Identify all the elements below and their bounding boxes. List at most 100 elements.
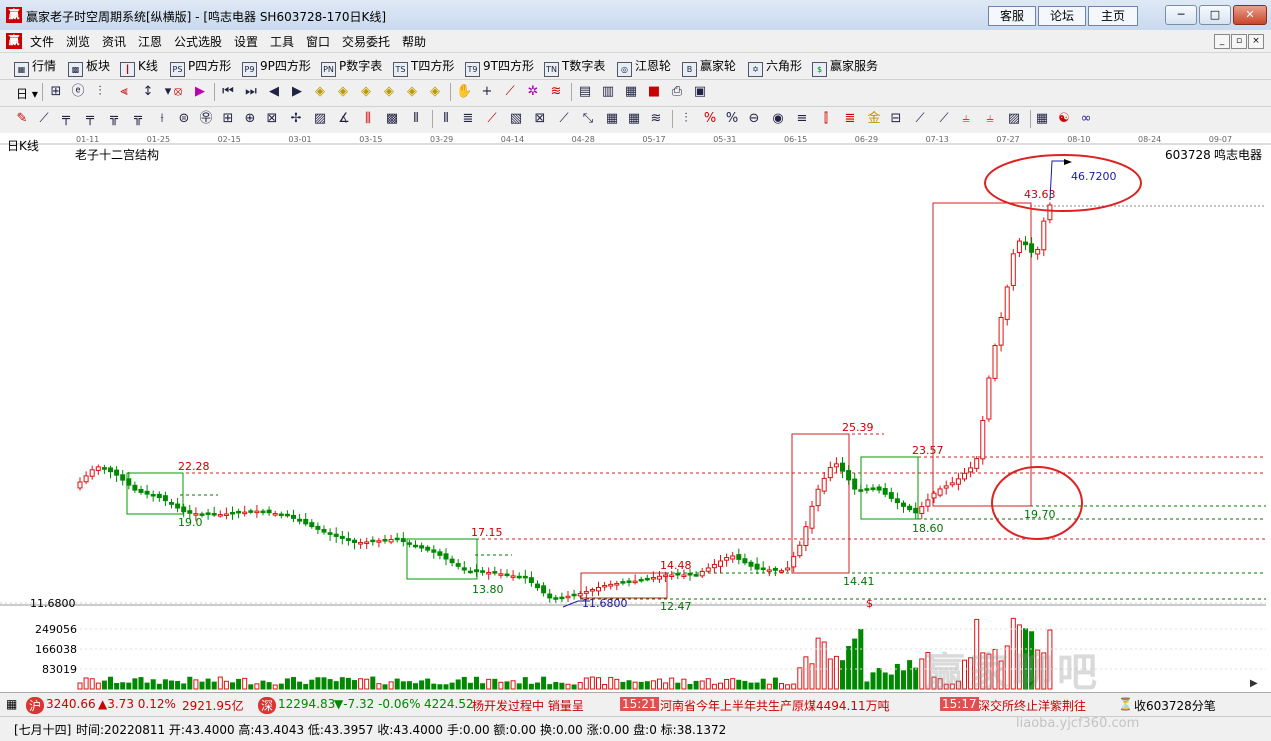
cross-square-icon[interactable]: ⊠ xyxy=(532,111,548,127)
menu-browse[interactable]: 浏览 xyxy=(66,33,90,50)
pattern-icon[interactable]: ✲ xyxy=(525,84,541,100)
matrix-icon[interactable]: ▩ xyxy=(384,111,400,127)
mdi-restore-button[interactable]: ▫ xyxy=(1231,34,1247,49)
calendar-icon[interactable]: ▤ xyxy=(577,84,593,100)
gold-icon[interactable]: 金 xyxy=(866,111,882,127)
restore-button[interactable]: □ xyxy=(1199,5,1231,25)
news-item-1[interactable]: 杨开发过程中 销量呈 xyxy=(472,697,584,714)
levels-red-icon[interactable]: ≣ xyxy=(842,111,858,127)
menu-file[interactable]: 文件 xyxy=(30,33,54,50)
hbars-icon[interactable]: ≣ xyxy=(460,111,476,127)
coin-icon[interactable]: ◉ xyxy=(770,111,786,127)
hexagon-button[interactable]: ✡ 六角形 xyxy=(748,57,802,77)
compass-icon[interactable]: ✢ xyxy=(288,111,304,127)
forum-link[interactable]: 论坛 xyxy=(1038,6,1086,26)
diamond-icon[interactable]: ◈ xyxy=(312,84,328,100)
print-icon[interactable]: ⎙ xyxy=(669,84,685,100)
circle-grid-icon[interactable]: ⊜ xyxy=(176,111,192,127)
menu-formula[interactable]: 公式选股 xyxy=(174,33,222,50)
indicator-icon[interactable]: ⫷ xyxy=(116,84,132,100)
9t-square-button[interactable]: T9 9T四方形 xyxy=(465,57,534,77)
menu-info[interactable]: 资讯 xyxy=(102,33,126,50)
table-icon[interactable]: ▥ xyxy=(600,84,616,100)
diagonal-icon[interactable]: ⤡ xyxy=(580,111,596,127)
grid-menu-icon[interactable]: ▦ xyxy=(6,697,17,711)
news-item-3[interactable]: 深交所终止洋紫荆往 xyxy=(978,697,1086,714)
kline-button[interactable]: ┃ K线 xyxy=(120,57,158,77)
zoom-icon[interactable]: ⊞ xyxy=(48,84,64,100)
circle-line-icon[interactable]: ⊖ xyxy=(746,111,762,127)
scroll-right-icon[interactable]: ▶ xyxy=(1250,678,1258,689)
kline-chart[interactable]: 01-11 01-25 02-15 03-01 03-15 03-29 04-14 04-28… xyxy=(0,133,1271,692)
service-link[interactable]: 客服 xyxy=(988,6,1036,26)
crosshair-icon[interactable]: + xyxy=(479,84,495,100)
chart-area[interactable]: 01-11 01-25 02-15 03-01 03-15 03-29 04-14 04-28… xyxy=(0,133,1271,692)
matrix3-icon[interactable]: ▦ xyxy=(626,111,642,127)
diamond5-icon[interactable]: ◈ xyxy=(404,84,420,100)
winner-wheel-button[interactable]: B 赢家轮 xyxy=(682,57,736,77)
fan4-icon[interactable]: ⟋ xyxy=(936,111,952,127)
hand-icon[interactable]: ✋ xyxy=(456,84,472,100)
fan3-icon[interactable]: ⟋ xyxy=(912,111,928,127)
multi-chart-icon[interactable]: ⫶ xyxy=(92,84,108,100)
p-number-table-button[interactable]: PN P数字表 xyxy=(321,57,382,77)
chart-type-icon[interactable]: ⦻ xyxy=(170,84,186,100)
lines-icon[interactable]: ≋ xyxy=(648,111,664,127)
vbars-icon[interactable]: ⦀ xyxy=(438,111,454,127)
close-button[interactable]: ✕ xyxy=(1233,5,1267,25)
diamond3-icon[interactable]: ◈ xyxy=(358,84,374,100)
list-icon[interactable]: ▦ xyxy=(623,84,639,100)
mdi-minimize-button[interactable]: _ xyxy=(1214,34,1230,49)
flag-icon[interactable]: ▶ xyxy=(192,84,208,100)
menu-help[interactable]: 帮助 xyxy=(402,33,426,50)
comb-icon[interactable]: ⫴ xyxy=(408,111,424,127)
matrix2-icon[interactable]: ▦ xyxy=(604,111,620,127)
export-icon[interactable]: ▣ xyxy=(692,84,708,100)
trade-detail-label[interactable]: 收603728分笔 xyxy=(1134,697,1216,714)
diamond6-icon[interactable]: ◈ xyxy=(427,84,443,100)
home-link[interactable]: 主页 xyxy=(1088,6,1138,26)
gann-fan-icon[interactable]: ⟋ xyxy=(36,111,52,127)
fan-icon[interactable]: ⟊ xyxy=(154,111,170,127)
info-icon[interactable]: ⓔ xyxy=(70,84,86,100)
draw-line-icon[interactable]: ⟋ xyxy=(502,84,518,100)
period-dropdown[interactable]: 日 ▾ xyxy=(16,85,38,102)
first-icon[interactable]: ⏮ xyxy=(220,84,236,100)
minimize-button[interactable]: ─ xyxy=(1165,5,1197,25)
hist-icon[interactable]: ⫶ xyxy=(678,111,694,127)
comb-red2-icon[interactable]: ⫨ xyxy=(982,111,998,127)
news-item-2[interactable]: 河南省今年上半年共生产原煤4494.11万吨 xyxy=(660,697,890,714)
fan2-icon[interactable]: ⟋ xyxy=(556,111,572,127)
hatch2-icon[interactable]: ▨ xyxy=(1006,111,1022,127)
9p-square-button[interactable]: P9 9P四方形 xyxy=(242,57,311,77)
grid-tool-icon[interactable]: ⊞ xyxy=(220,111,236,127)
sector-button[interactable]: ▩ 板块 xyxy=(68,57,110,77)
menu-trade[interactable]: 交易委托 xyxy=(342,33,390,50)
square-grid-icon[interactable]: ⊠ xyxy=(264,111,280,127)
bar-red-icon[interactable]: ⫿ xyxy=(818,111,834,127)
fan-red-icon[interactable]: ⟋ xyxy=(484,111,500,127)
cursor-icon[interactable]: ↕ xyxy=(140,84,156,100)
market-button[interactable]: ▦ 行情 xyxy=(14,57,56,77)
levels-icon[interactable]: ≡ xyxy=(794,111,810,127)
percent-draw-icon[interactable]: % xyxy=(702,111,718,127)
left-icon[interactable]: ◀ xyxy=(266,84,282,100)
gann-wheel-button[interactable]: ◎ 江恩轮 xyxy=(617,57,671,77)
grid-view-icon[interactable]: ▦ xyxy=(1034,111,1050,127)
yinyang-icon[interactable]: ☯ xyxy=(1056,111,1072,127)
comb-red-icon[interactable]: ⫨ xyxy=(958,111,974,127)
angle-icon[interactable]: ∡ xyxy=(336,111,352,127)
bar-tool3-icon[interactable]: ╦ xyxy=(106,111,122,127)
diamond2-icon[interactable]: ◈ xyxy=(335,84,351,100)
pencil-icon[interactable]: ✎ xyxy=(14,111,30,127)
menu-window[interactable]: 窗口 xyxy=(306,33,330,50)
hatch-icon[interactable]: ▨ xyxy=(312,111,328,127)
p-square-button[interactable]: PS P四方形 xyxy=(170,57,231,77)
mdi-close-button[interactable]: × xyxy=(1248,34,1264,49)
circle-icon[interactable]: ⊕ xyxy=(242,111,258,127)
menu-gann[interactable]: 江恩 xyxy=(138,33,162,50)
multi-line-icon[interactable]: ≋ xyxy=(548,84,564,100)
right-icon[interactable]: ▶ xyxy=(289,84,305,100)
menu-tools[interactable]: 工具 xyxy=(270,33,294,50)
stairs-icon[interactable]: ⊟ xyxy=(888,111,904,127)
